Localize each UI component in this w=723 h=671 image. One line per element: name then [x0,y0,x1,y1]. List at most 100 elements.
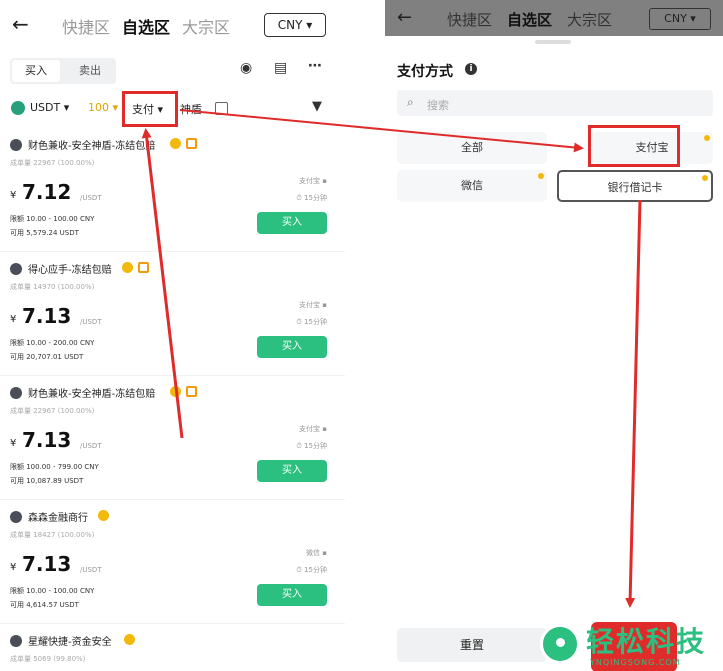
payment-method: 微信 ▪ [306,549,327,557]
merchant-name[interactable]: 财色兼收-安全神盾-冻结包赔 [28,385,155,400]
order-stats: 成单量 18427 (100.00%) [10,531,95,539]
buy-button[interactable]: 买入 [257,336,327,358]
buy-button[interactable]: 买入 [257,460,327,482]
verified-badge-icon [124,634,135,645]
shield-checkbox[interactable] [215,102,228,115]
amount-filter[interactable]: 100 ▾ [88,101,118,114]
limit-text: 限额 10.00 - 200.00 CNY [10,339,95,347]
price-unit: /USDT [80,442,102,450]
asset-filter[interactable]: USDT ▾ [30,101,69,114]
shield-label: 神盾 [180,103,202,116]
usdt-icon [11,101,25,115]
shield-badge-icon [138,262,149,273]
available-text: 可用 4,614.57 USDT [10,601,79,609]
watermark-icon [540,624,580,664]
tab-selected[interactable]: 自选区 [122,14,170,38]
currency-symbol: ¥ [10,314,17,325]
verified-badge-icon [170,386,181,397]
ad-card: 森森金融商行 成单量 18427 (100.00%) ¥ 7.13 /USDT … [0,500,345,624]
payment-method: 支付宝 ▪ [299,425,327,433]
badge-dot-icon [538,173,544,179]
verified-badge-icon [170,138,181,149]
header: ← 快捷区 自选区 大宗区 CNY ▾ [0,0,345,50]
tab-selected[interactable]: 自选区 [507,9,552,30]
search-placeholder: 搜索 [427,99,449,112]
sheet-title: 支付方式 [397,64,453,80]
merchant-name[interactable]: 得心应手-冻结包赔 [28,261,112,276]
available-text: 可用 5,579.24 USDT [10,229,79,237]
dimmed-header: ← 快捷区 自选区 大宗区 CNY ▾ [385,0,723,36]
buy-sell-toggle: 买入 卖出 [10,58,116,84]
buy-tab[interactable]: 买入 [12,60,60,82]
merchant-avatar [10,511,22,523]
option-bank-card[interactable]: 银行借记卡 [557,170,713,202]
back-arrow-icon[interactable]: ← [12,12,29,36]
limit-text: 限额 10.00 - 100.00 CNY [10,587,95,595]
more-icon[interactable]: ⋯ [308,58,322,74]
badge-dot-icon [702,175,708,181]
tab-quick[interactable]: 快捷区 [62,14,110,38]
tab-quick[interactable]: 快捷区 [447,9,492,30]
divider [345,0,385,671]
option-label: 微信 [461,179,483,192]
highlight-alipay [588,125,680,167]
sell-tab[interactable]: 卖出 [68,60,112,82]
tab-block[interactable]: 大宗区 [182,14,230,38]
payment-time: ⏱ 15分钟 [296,194,327,202]
notification-icon[interactable]: ◉ [240,60,252,76]
filter-icon[interactable]: ▼ [312,99,322,114]
watermark-text: 轻松科技 [586,625,707,658]
merchant-avatar [10,635,22,647]
limit-text: 限额 100.00 - 799.00 CNY [10,463,99,471]
currency-symbol: ¥ [10,562,17,573]
payment-method: 支付宝 ▪ [299,301,327,309]
available-text: 可用 10,087.89 USDT [10,477,84,485]
payment-time: ⏱ 15分钟 [296,566,327,574]
search-input[interactable]: ⌕ 搜索 [397,90,713,116]
watermark-url: YNQINGSONG.COM [590,658,681,667]
buy-button[interactable]: 买入 [257,212,327,234]
merchant-name[interactable]: 星耀快捷-资金安全 [28,633,112,648]
badge-dot-icon [704,135,710,141]
order-stats: 成单量 5069 (99.80%) [10,655,86,663]
buy-button[interactable]: 买入 [257,584,327,606]
option-wechat[interactable]: 微信 [397,170,547,202]
merchant-avatar [10,263,22,275]
verified-badge-icon [122,262,133,273]
shield-badge-icon [186,386,197,397]
orders-icon[interactable]: ▤ [274,60,287,76]
price: 7.13 [22,552,72,576]
price-unit: /USDT [80,318,102,326]
ad-card: 星耀快捷-资金安全 成单量 5069 (99.80%) [0,624,345,664]
back-arrow-icon[interactable]: ← [397,7,412,28]
currency-select[interactable]: CNY ▾ [649,8,711,30]
currency-symbol: ¥ [10,438,17,449]
price: 7.13 [22,304,72,328]
ad-card: 财色兼收-安全神盾-冻结包赔 成单量 22967 (100.00%) ¥ 7.1… [0,128,345,252]
info-icon[interactable]: i [465,63,477,75]
currency-symbol: ¥ [10,190,17,201]
tab-block[interactable]: 大宗区 [567,9,612,30]
merchant-name[interactable]: 森森金融商行 [28,509,88,524]
option-all[interactable]: 全部 [397,132,547,164]
payment-time: ⏱ 15分钟 [296,442,327,450]
search-icon: ⌕ [407,95,414,109]
limit-text: 限额 10.00 - 100.00 CNY [10,215,95,223]
merchant-avatar [10,139,22,151]
shield-badge-icon [186,138,197,149]
price: 7.13 [22,428,72,452]
ad-card: 财色兼收-安全神盾-冻结包赔 成单量 22967 (100.00%) ¥ 7.1… [0,376,345,500]
merchant-avatar [10,387,22,399]
order-stats: 成单量 22967 (100.00%) [10,407,95,415]
currency-select[interactable]: CNY ▾ [264,13,326,37]
option-label: 全部 [461,141,483,154]
merchant-name[interactable]: 财色兼收-安全神盾-冻结包赔 [28,137,155,152]
order-stats: 成单量 14970 (100.00%) [10,283,95,291]
payment-time: ⏱ 15分钟 [296,318,327,326]
ad-list: 财色兼收-安全神盾-冻结包赔 成单量 22967 (100.00%) ¥ 7.1… [0,128,345,664]
ad-card: 得心应手-冻结包赔 成单量 14970 (100.00%) ¥ 7.13 /US… [0,252,345,376]
order-stats: 成单量 22967 (100.00%) [10,159,95,167]
sheet-handle[interactable] [535,40,571,44]
watermark-logo: 轻松科技 YNQINGSONG.COM [536,618,723,671]
reset-button[interactable]: 重置 [397,628,547,662]
